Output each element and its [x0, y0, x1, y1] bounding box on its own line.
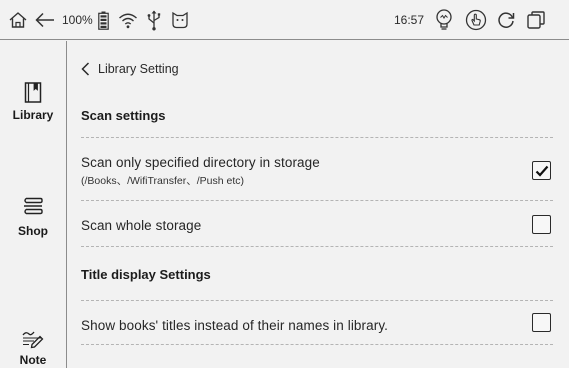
clock: 16:57 [394, 13, 425, 27]
page-title: Library Setting [98, 62, 179, 76]
back-button[interactable]: Library Setting [81, 59, 179, 79]
refresh-icon[interactable] [494, 8, 518, 32]
checkbox-scan-specified-directory[interactable] [532, 161, 551, 180]
library-icon [24, 82, 42, 103]
option-show-books-titles[interactable]: Show books' titles instead of their name… [81, 301, 553, 345]
section-title: Scan settings [81, 108, 166, 123]
checkbox-scan-whole-storage[interactable] [532, 215, 551, 234]
sidebar-item-shop[interactable]: Shop [0, 195, 66, 238]
back-arrow-icon[interactable] [33, 8, 57, 32]
battery-percent: 100% [62, 13, 93, 27]
option-scan-specified-directory[interactable]: Scan only specified directory in storage… [81, 138, 553, 201]
wifi-icon [117, 10, 139, 30]
sidebar-item-label: Library [12, 108, 54, 122]
sidebar-item-label: Shop [18, 224, 48, 238]
shop-icon [24, 197, 43, 215]
checkbox-show-books-titles[interactable] [532, 313, 551, 332]
chevron-left-icon [81, 62, 90, 76]
option-label: Scan only specified directory in storage [81, 155, 320, 170]
section-title: Title display Settings [81, 267, 211, 282]
usb-icon [144, 8, 164, 32]
option-sublabel: (/Books、/WifiTransfer、/Push etc) [81, 175, 244, 187]
settings-content: Library Setting Scan settings Scan only … [67, 41, 569, 368]
status-bar: 100% 16:57 [0, 0, 569, 40]
option-scan-whole-storage[interactable]: Scan whole storage [81, 201, 553, 247]
section-header-title-display: Title display Settings [81, 247, 553, 301]
window-icon[interactable] [524, 8, 548, 32]
section-header-scan: Scan settings [81, 94, 553, 138]
home-icon[interactable] [6, 8, 30, 32]
bulb-icon[interactable] [432, 7, 456, 33]
note-icon [22, 331, 44, 349]
touch-icon[interactable] [464, 7, 488, 33]
option-label: Scan whole storage [81, 218, 202, 233]
option-label: Show books' titles instead of their name… [81, 318, 389, 333]
sidebar-item-note[interactable]: Note [0, 328, 66, 367]
sidebar-item-label: Note [19, 353, 47, 367]
sidebar-item-library[interactable]: Library [0, 81, 66, 122]
checkmark-icon [535, 165, 548, 177]
battery-icon [96, 10, 110, 30]
sidebar: Library Shop Note [0, 41, 67, 368]
cat-icon [170, 8, 190, 30]
